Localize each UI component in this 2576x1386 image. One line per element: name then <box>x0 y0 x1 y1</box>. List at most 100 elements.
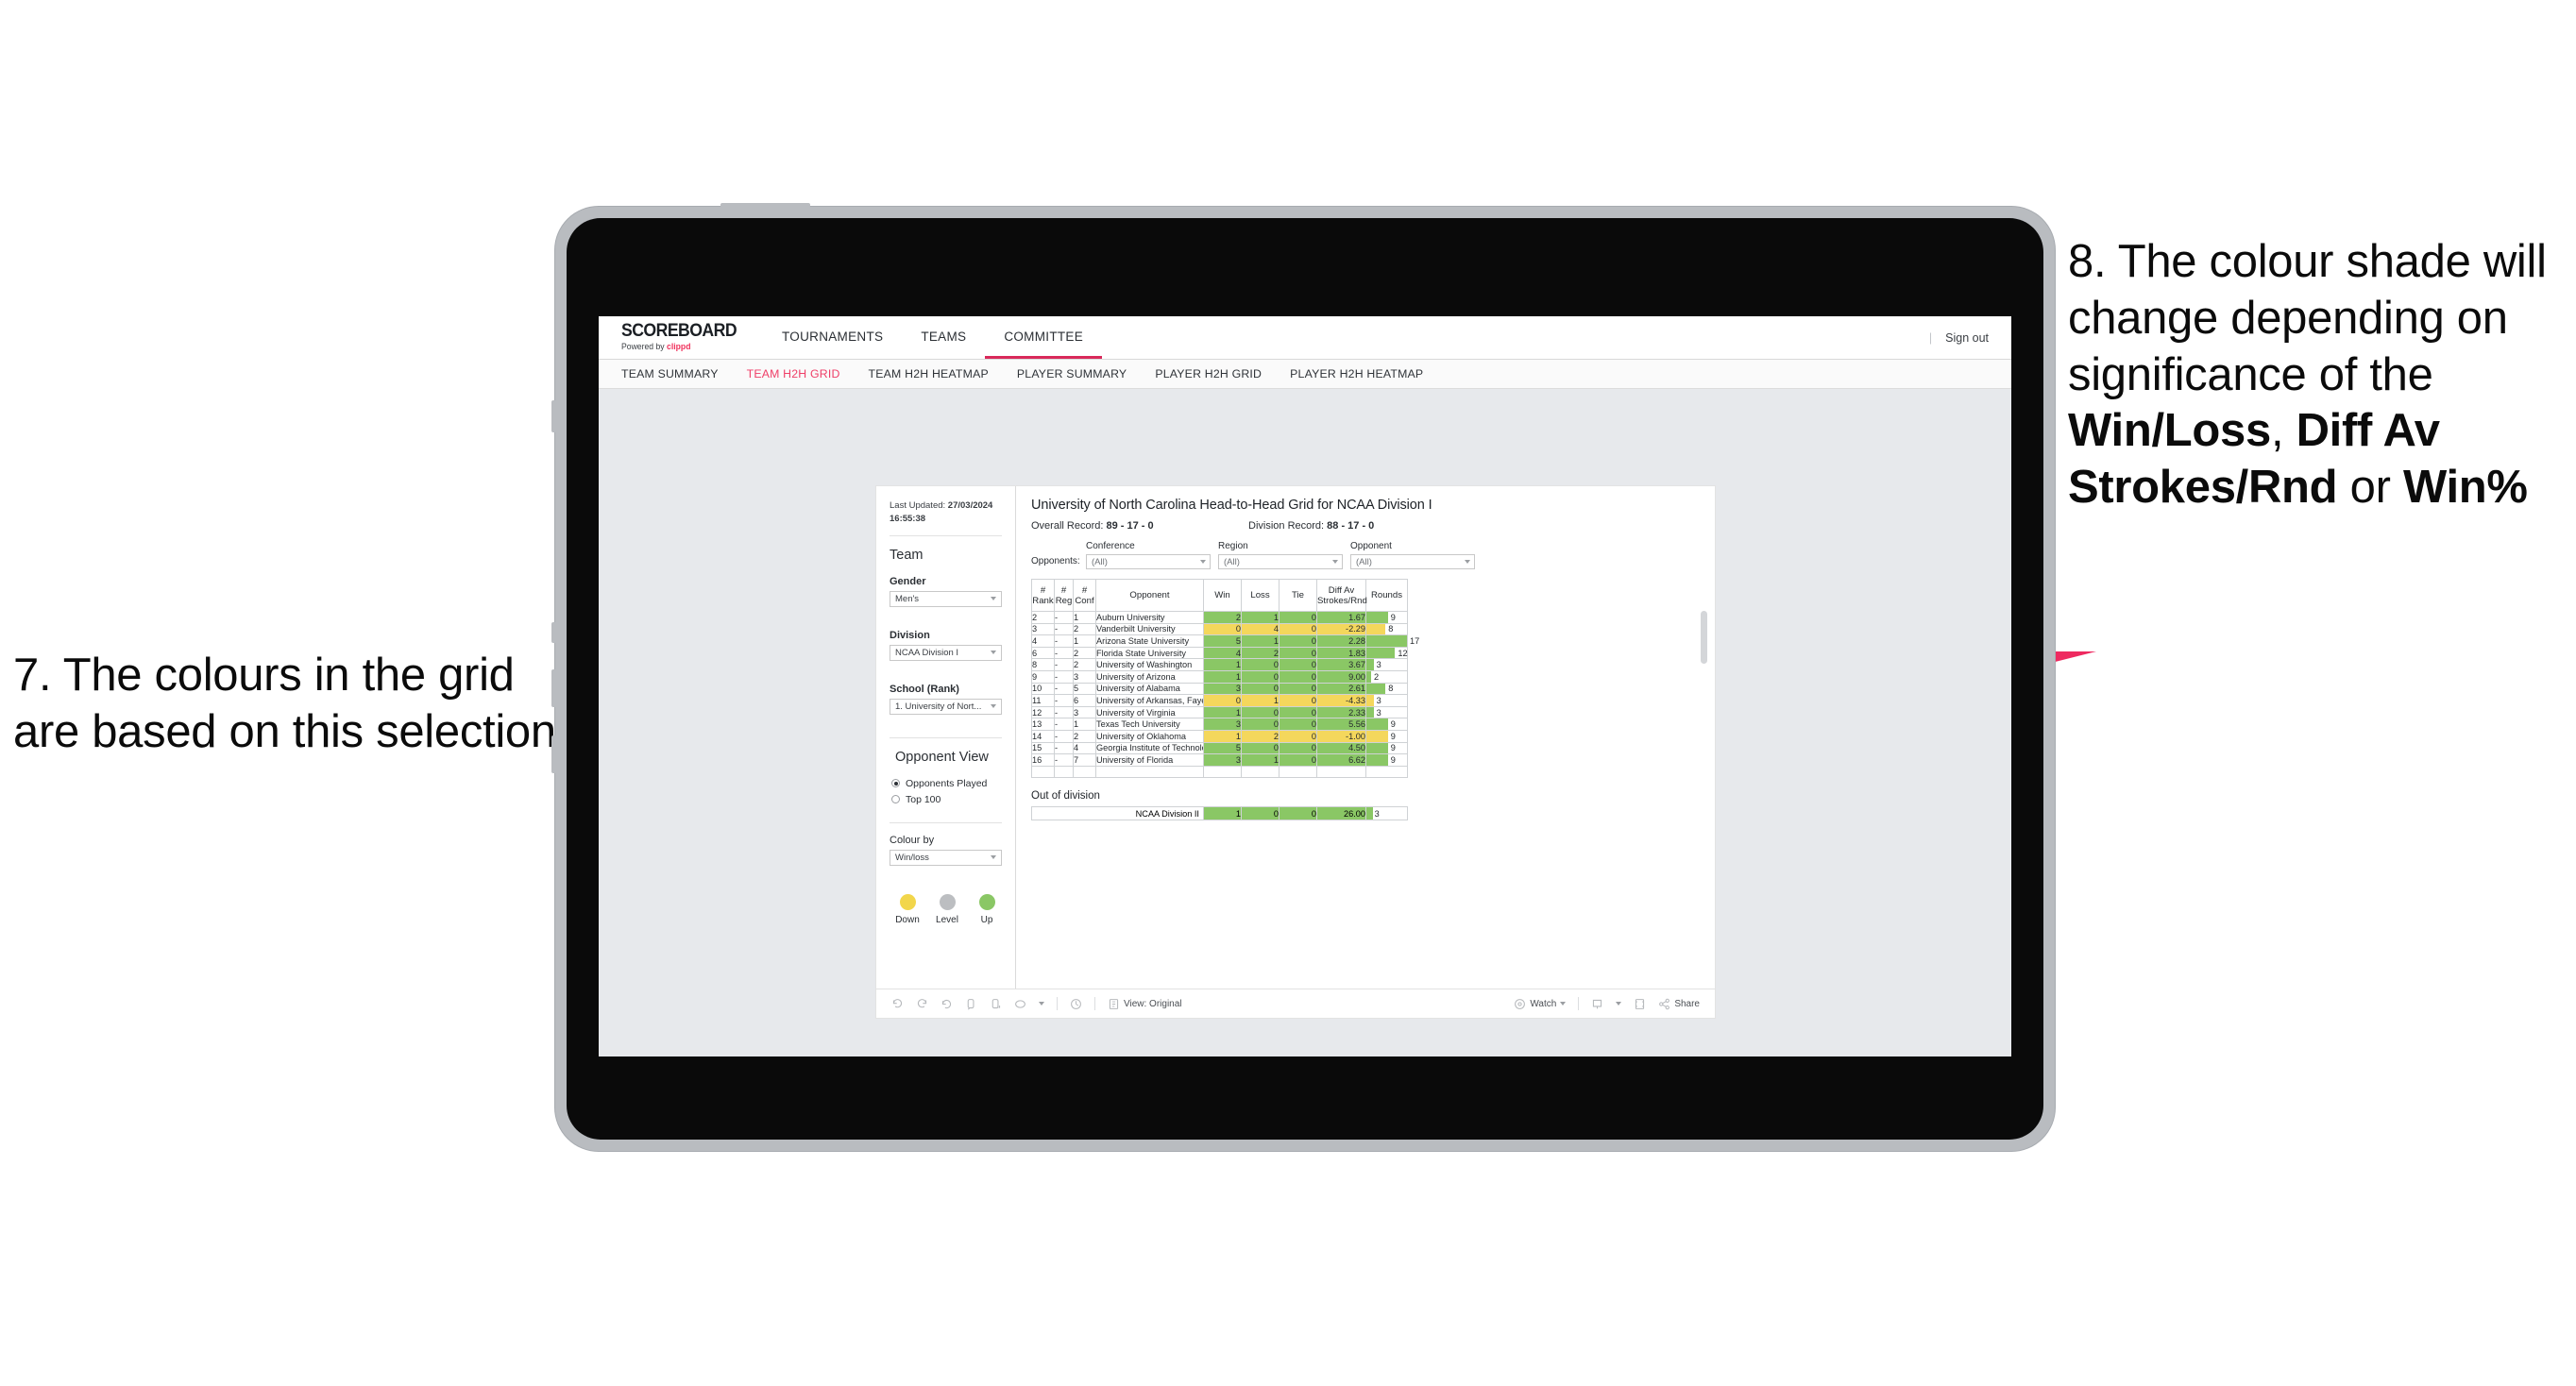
cell-opponent: Auburn University <box>1095 611 1204 624</box>
share-button[interactable]: Share <box>1658 998 1700 1010</box>
cell-diff-av-strokes: 5.56 <box>1316 718 1366 731</box>
cell-conf: 2 <box>1073 658 1096 671</box>
ood-loss: 0 <box>1241 806 1280 821</box>
fullscreen-icon[interactable] <box>1634 998 1646 1010</box>
device-top-button[interactable] <box>720 203 810 208</box>
highlight-icon[interactable] <box>1014 998 1026 1010</box>
table-row[interactable]: 4-1 Arizona State University 5 1 0 2.28 17 <box>1031 634 1419 648</box>
view-original-button[interactable]: View: Original <box>1108 998 1182 1010</box>
watch-button[interactable]: Watch <box>1514 998 1567 1010</box>
cell-conf: 4 <box>1073 741 1096 755</box>
cell-loss: 2 <box>1241 729 1280 743</box>
col-tie[interactable]: Tie <box>1279 579 1317 612</box>
cell-diff-av-strokes: 1.83 <box>1316 646 1366 660</box>
cell-reg: - <box>1054 658 1074 671</box>
ood-diff: 26.00 <box>1316 806 1366 821</box>
table-row[interactable]: 2-1 Auburn University 2 1 0 1.67 9 <box>1031 611 1408 624</box>
cell-rank: 8 <box>1031 658 1055 671</box>
col-conf[interactable]: # Conf <box>1073 579 1096 612</box>
filter-conference-select[interactable]: (All) <box>1086 554 1211 569</box>
sign-out-link[interactable]: Sign out <box>1945 331 1989 345</box>
tab-team-h2h-grid[interactable]: TEAM H2H GRID <box>747 367 840 380</box>
col-rounds[interactable]: Rounds <box>1365 579 1408 612</box>
table-row[interactable]: 3-2 Vanderbilt University 0 4 0 -2.29 8 <box>1031 622 1408 636</box>
cell-rank: 14 <box>1031 729 1055 743</box>
undo-icon[interactable] <box>891 998 904 1010</box>
tab-player-summary[interactable]: PLAYER SUMMARY <box>1017 367 1127 380</box>
col-loss[interactable]: Loss <box>1241 579 1280 612</box>
radio-opponents-played[interactable]: Opponents Played <box>890 778 1002 789</box>
ood-rounds-bar <box>1366 807 1374 820</box>
filter-region-select[interactable]: (All) <box>1218 554 1343 569</box>
col-opponent[interactable]: Opponent <box>1095 579 1204 612</box>
col-rank[interactable]: # Rank <box>1031 579 1055 612</box>
table-row[interactable]: 13-1 Texas Tech University 3 0 0 5.56 9 <box>1031 718 1408 731</box>
toolbar-divider <box>1057 997 1058 1010</box>
cell-rank: 15 <box>1031 741 1055 755</box>
tablet-screen: SCOREBOARD Powered by clippd TOURNAMENTS… <box>567 218 2043 1140</box>
grid-scrollbar[interactable] <box>1701 611 1707 664</box>
division-record-label: Division Record: <box>1248 520 1325 532</box>
select-school-rank[interactable]: 1. University of Nort... <box>890 698 1002 715</box>
cell-conf: 2 <box>1073 646 1096 660</box>
device-volume-up-button[interactable] <box>551 669 556 707</box>
table-row[interactable]: 15-4Georgia Institute of Technology5004.… <box>1031 741 1408 755</box>
device-power-button[interactable] <box>551 400 556 432</box>
select-division[interactable]: NCAA Division I <box>890 644 1002 661</box>
cell-win: 1 <box>1203 729 1242 743</box>
nav-item-teams[interactable]: TEAMS <box>902 316 985 359</box>
cell-diff-av-strokes: 2.33 <box>1316 705 1366 719</box>
out-of-division-title: Out of division <box>1031 790 1100 803</box>
table-row[interactable]: 12-3 University of Virginia 1 0 0 2.33 3 <box>1031 705 1408 719</box>
radio-top-100[interactable]: Top 100 <box>890 794 1002 805</box>
toolbar-divider <box>1094 997 1095 1010</box>
select-colour-by[interactable]: Win/loss <box>890 849 1002 866</box>
col-win[interactable]: Win <box>1203 579 1242 612</box>
cell-loss: 1 <box>1241 753 1280 767</box>
cell-empty <box>1279 765 1317 779</box>
select-school-rank-value: 1. University of Nort... <box>895 701 982 712</box>
redo-icon[interactable] <box>916 998 928 1010</box>
nav-item-tournaments[interactable]: TOURNAMENTS <box>763 316 902 359</box>
tab-player-h2h-grid[interactable]: PLAYER H2H GRID <box>1155 367 1262 380</box>
radio-top-100-label: Top 100 <box>906 793 941 805</box>
legend-item-level: Level <box>935 893 959 925</box>
pause-icon[interactable] <box>1070 998 1082 1010</box>
chevron-down-icon[interactable] <box>1039 1002 1044 1006</box>
select-gender[interactable]: Men's <box>890 590 1002 607</box>
tab-team-h2h-heatmap[interactable]: TEAM H2H HEATMAP <box>869 367 989 380</box>
cell-diff-av-strokes: 1.67 <box>1316 611 1366 624</box>
tab-player-h2h-heatmap[interactable]: PLAYER H2H HEATMAP <box>1290 367 1423 380</box>
download-icon[interactable] <box>1591 998 1603 1010</box>
table-row[interactable]: 11-6University of Arkansas, Fayetteville… <box>1031 694 1408 707</box>
col-reg[interactable]: # Reg <box>1054 579 1074 612</box>
screenshot-root: 7. The colours in the grid are based on … <box>0 0 2576 1386</box>
nav-item-committee[interactable]: COMMITTEE <box>985 316 1103 359</box>
table-row[interactable]: 6-2 Florida State University 4 2 0 1.83 12 <box>1031 646 1408 660</box>
col-diff-av-strokes[interactable]: Diff Av Strokes/Rnd <box>1316 579 1367 612</box>
device-volume-down-button[interactable] <box>551 735 556 773</box>
tab-team-summary[interactable]: TEAM SUMMARY <box>621 367 719 380</box>
rounds-bar <box>1366 683 1386 695</box>
cell-rank: 6 <box>1031 646 1055 660</box>
cell-conf: 1 <box>1073 634 1096 648</box>
table-row[interactable]: 16-7 University of Florida 3 1 0 6.62 9 <box>1031 753 1408 767</box>
table-row[interactable]: 14-2 University of Oklahoma 1 2 0 -1.00 9 <box>1031 729 1408 743</box>
refresh-data-icon[interactable] <box>965 998 977 1010</box>
table-row[interactable]: 8-2 University of Washington 1 0 0 3.67 3 <box>1031 658 1408 671</box>
cell-win: 2 <box>1203 611 1242 624</box>
chevron-down-icon <box>1465 560 1470 564</box>
cell-opponent: University of Florida <box>1095 753 1204 767</box>
select-division-value: NCAA Division I <box>895 647 959 658</box>
chevron-down-icon[interactable] <box>1616 1002 1622 1006</box>
table-row-spacer <box>1031 765 1408 779</box>
cell-empty <box>1365 765 1408 779</box>
filter-conference-caption: Conference <box>1086 541 1135 551</box>
filter-opponent-select[interactable]: (All) <box>1350 554 1475 569</box>
filter-opponent-value: (All) <box>1356 556 1372 567</box>
table-row[interactable]: 10-5 University of Alabama 3 0 0 2.61 8 <box>1031 682 1408 696</box>
revert-icon[interactable] <box>941 998 953 1010</box>
table-row[interactable]: 9-3 University of Arizona 1 0 0 9.00 2 <box>1031 669 1408 684</box>
app-logo[interactable]: SCOREBOARD Powered by clippd <box>599 316 763 359</box>
pause-auto-updates-icon[interactable] <box>990 998 1002 1010</box>
